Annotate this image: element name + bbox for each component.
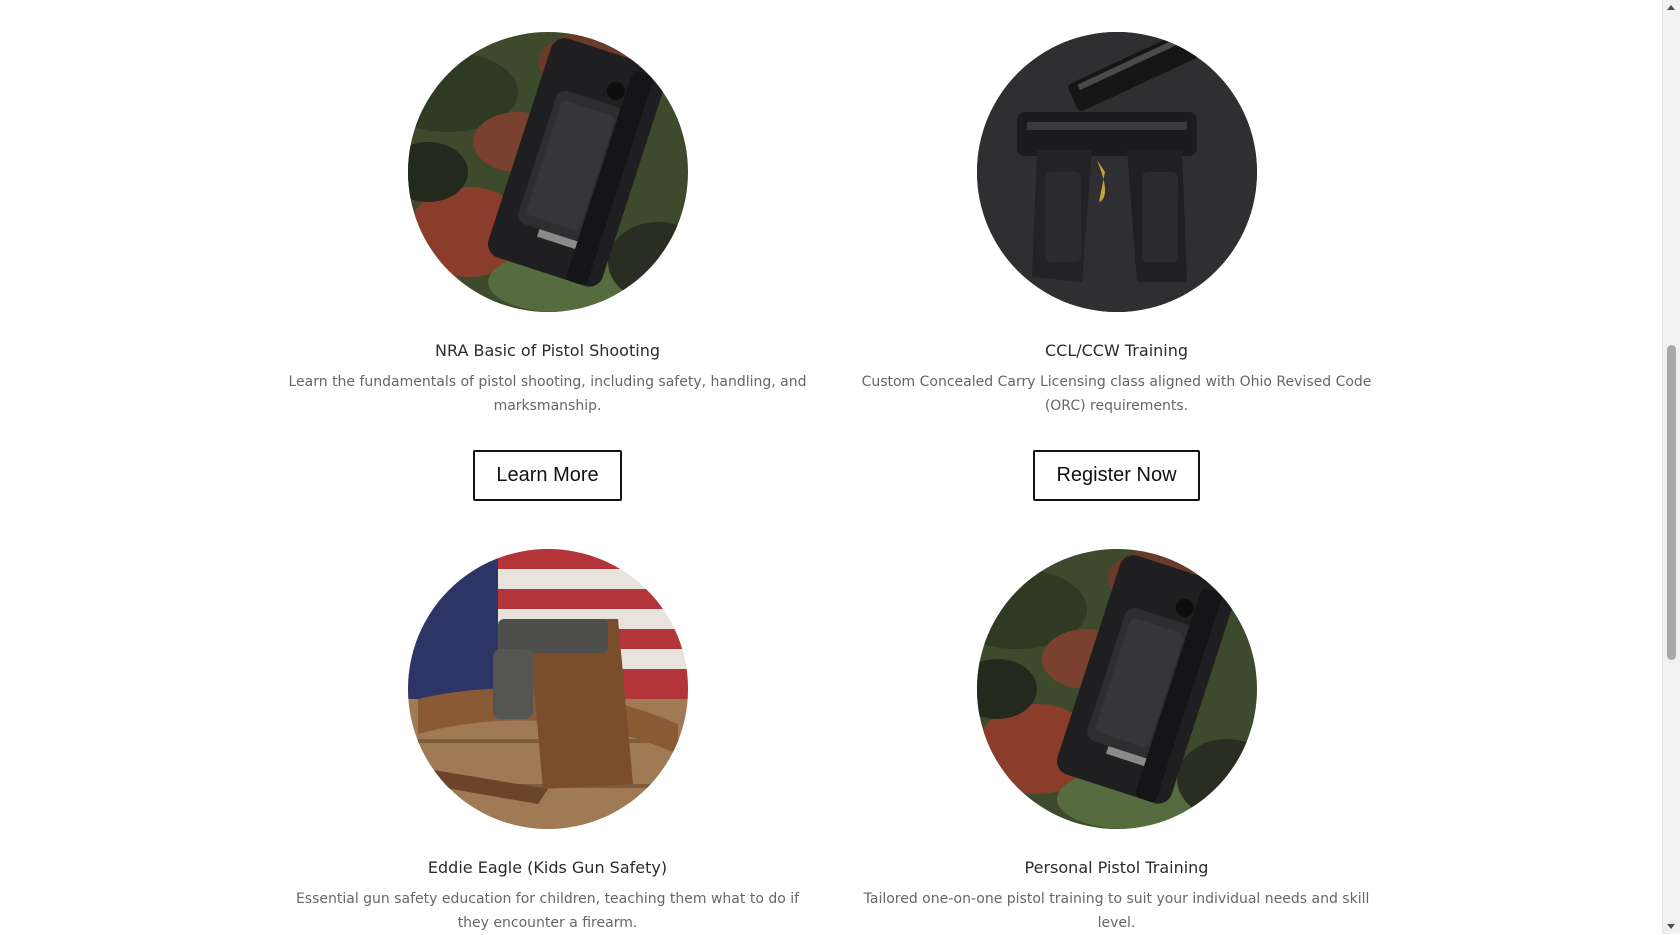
course-title: NRA Basic of Pistol Shooting [435,341,660,360]
course-description: Essential gun safety education for child… [295,891,800,931]
course-title: Eddie Eagle (Kids Gun Safety) [427,858,668,877]
course-image-eddie-eagle [407,549,688,829]
holster-and-flag-image [407,549,688,829]
page: NRA Basic of Pistol Shooting Learn the f… [0,0,1663,934]
scroll-up-arrow-icon[interactable] [1667,5,1675,10]
register-now-button[interactable]: Register Now [1033,450,1200,501]
course-image-ccl-ccw [976,32,1257,312]
course-card-ccl-ccw: CCL/CCW Training Custom Concealed Carry … [832,32,1401,501]
course-title: CCL/CCW Training [1044,341,1189,360]
course-description: Tailored one-on-one pistol training to s… [863,891,1370,931]
pistols-on-dark-surface-image [976,32,1257,312]
scroll-down-arrow-icon[interactable] [1667,924,1675,929]
course-description: Custom Concealed Carry Licensing class a… [861,374,1372,414]
course-title: Personal Pistol Training [1024,858,1209,877]
course-image-personal-pistol [976,549,1257,829]
course-card-nra-basic: NRA Basic of Pistol Shooting Learn the f… [263,32,832,501]
learn-more-button[interactable]: Learn More [473,450,622,501]
course-card-eddie-eagle: Eddie Eagle (Kids Gun Safety) Essential … [263,549,832,935]
vertical-scrollbar[interactable] [1662,0,1680,934]
course-card-personal-pistol: Personal Pistol Training Tailored one-on… [832,549,1401,935]
course-description: Learn the fundamentals of pistol shootin… [288,374,807,414]
pistol-on-camo-image [407,32,688,312]
scrollbar-thumb[interactable] [1667,345,1676,660]
course-image-nra-basic [407,32,688,312]
pistol-on-camo-image [976,549,1257,829]
